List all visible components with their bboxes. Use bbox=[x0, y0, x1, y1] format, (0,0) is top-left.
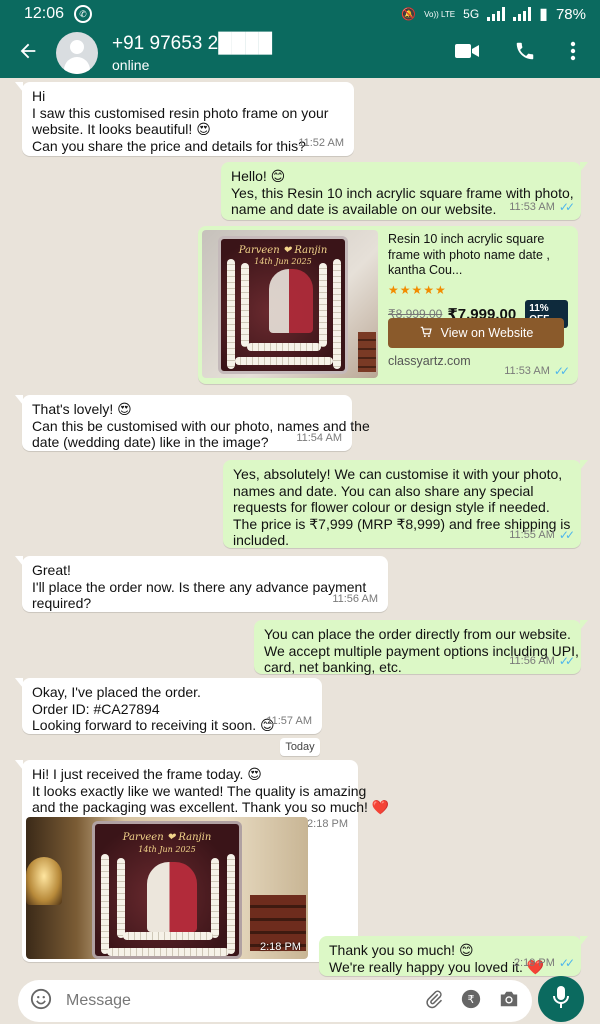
incoming-message[interactable]: That's lovely! 😍 Can this be customised … bbox=[15, 395, 370, 451]
emoji-icon[interactable] bbox=[30, 988, 52, 1015]
chat-area[interactable]: Hi I saw this customised resin photo fra… bbox=[0, 0, 600, 976]
message-line: Great! bbox=[32, 562, 71, 578]
outgoing-message[interactable]: You can place the order directly from ou… bbox=[254, 620, 588, 675]
frame-image: Parveen ❤ Ranjin 14th Jun 2025 bbox=[218, 236, 348, 374]
product-info: Resin 10 inch acrylic square frame with … bbox=[388, 232, 568, 328]
rating-stars-icon: ★★★★★ bbox=[388, 282, 447, 297]
lamp-decor bbox=[26, 857, 62, 905]
frame-image: Parveen ❤ Ranjin 14th Jun 2025 bbox=[92, 821, 242, 959]
message-time: 2:19 PM ✓✓ bbox=[513, 955, 575, 970]
read-ticks-icon: ✓✓ bbox=[558, 653, 575, 668]
message-input[interactable]: Message bbox=[66, 992, 131, 1010]
message-line: Yes, absolutely! We can customise it wit… bbox=[233, 466, 563, 482]
cart-icon bbox=[419, 325, 433, 342]
frame-date: 14th Jun 2025 bbox=[138, 845, 196, 854]
incoming-message[interactable]: Great! I'll place the order now. Is ther… bbox=[15, 556, 388, 612]
view-on-website-label: View on Website bbox=[440, 326, 534, 340]
message-time: 11:54 AM bbox=[296, 431, 342, 444]
incoming-message[interactable]: Okay, I've placed the order. Order ID: #… bbox=[15, 678, 322, 734]
message-time: 11:55 AM ✓✓ bbox=[509, 527, 575, 542]
message-line: Hi bbox=[32, 88, 46, 104]
message-line: It looks exactly like we wanted! The qua… bbox=[32, 782, 367, 799]
read-ticks-icon: ✓✓ bbox=[558, 527, 575, 542]
product-photo[interactable]: Parveen ❤ Ranjin 14th Jun 2025 bbox=[202, 230, 378, 378]
attach-icon[interactable] bbox=[424, 988, 444, 1015]
message-time: 11:57 AM bbox=[266, 714, 312, 727]
product-link-preview[interactable]: Parveen ❤ Ranjin 14th Jun 2025 Resin 10 … bbox=[198, 226, 578, 384]
image-time: 2:18 PM bbox=[260, 941, 301, 953]
outgoing-message[interactable]: Hello! 😊 Yes, this Resin 10 inch acrylic… bbox=[221, 162, 588, 220]
couple-photo bbox=[147, 862, 197, 932]
product-title: Resin 10 inch acrylic square frame with … bbox=[388, 232, 550, 277]
message-time: 2:18 PM bbox=[307, 818, 348, 830]
payment-icon[interactable]: ₹ bbox=[460, 988, 482, 1015]
read-ticks-icon: ✓✓ bbox=[558, 955, 575, 970]
message-line: That's lovely! 😍 bbox=[32, 401, 132, 417]
microphone-icon bbox=[552, 985, 570, 1014]
message-time: 11:56 AM ✓✓ bbox=[509, 653, 575, 668]
camera-icon[interactable] bbox=[498, 989, 520, 1014]
message-line: You can place the order directly from ou… bbox=[264, 626, 571, 642]
frame-title: Parveen ❤ Ranjin bbox=[238, 245, 328, 256]
message-line: Can you share the price and details for … bbox=[32, 137, 306, 154]
message-line: Okay, I've placed the order. bbox=[32, 684, 201, 700]
link-domain: classyartz.com bbox=[388, 354, 471, 368]
message-line: Hi! I just received the frame today. 😍 bbox=[32, 766, 262, 782]
date-divider: Today bbox=[280, 738, 320, 756]
read-ticks-icon: ✓✓ bbox=[558, 199, 575, 214]
message-time: 11:52 AM bbox=[298, 136, 344, 149]
message-line: Hello! 😊 bbox=[231, 168, 286, 184]
message-time: 11:53 AM ✓✓ bbox=[509, 199, 575, 214]
message-line: I saw this customised resin photo frame … bbox=[32, 104, 329, 121]
view-on-website-button[interactable]: View on Website bbox=[388, 318, 564, 348]
couple-photo bbox=[269, 269, 313, 333]
message-time: 11:56 AM bbox=[332, 592, 378, 605]
frame-title: Parveen ❤ Ranjin bbox=[122, 832, 212, 843]
message-line: I'll place the order now. Is there any a… bbox=[32, 578, 367, 595]
outgoing-message[interactable]: Thank you so much! 😊 We're really happy … bbox=[319, 936, 588, 976]
message-line: website. It looks beautiful! 😍 bbox=[32, 121, 211, 137]
message-line: names and date. You can also share any s… bbox=[233, 482, 534, 499]
outgoing-message[interactable]: Yes, absolutely! We can customise it wit… bbox=[223, 460, 588, 548]
voice-record-button[interactable] bbox=[538, 976, 584, 1022]
books-decor bbox=[358, 332, 376, 372]
read-ticks-icon: ✓✓ bbox=[553, 364, 570, 378]
message-line: and the packaging was excellent. Thank y… bbox=[32, 799, 390, 815]
received-frame-photo[interactable]: Parveen ❤ Ranjin 14th Jun 2025 bbox=[26, 817, 308, 959]
svg-text:₹: ₹ bbox=[468, 993, 475, 1006]
message-composer[interactable]: Message ₹ bbox=[18, 980, 532, 1022]
message-time: 11:53 AM ✓✓ bbox=[504, 364, 570, 378]
message-line: required? bbox=[32, 595, 92, 611]
incoming-message[interactable]: Hi I saw this customised resin photo fra… bbox=[15, 82, 354, 156]
message-line: requests for flower colour or design sty… bbox=[233, 499, 550, 515]
